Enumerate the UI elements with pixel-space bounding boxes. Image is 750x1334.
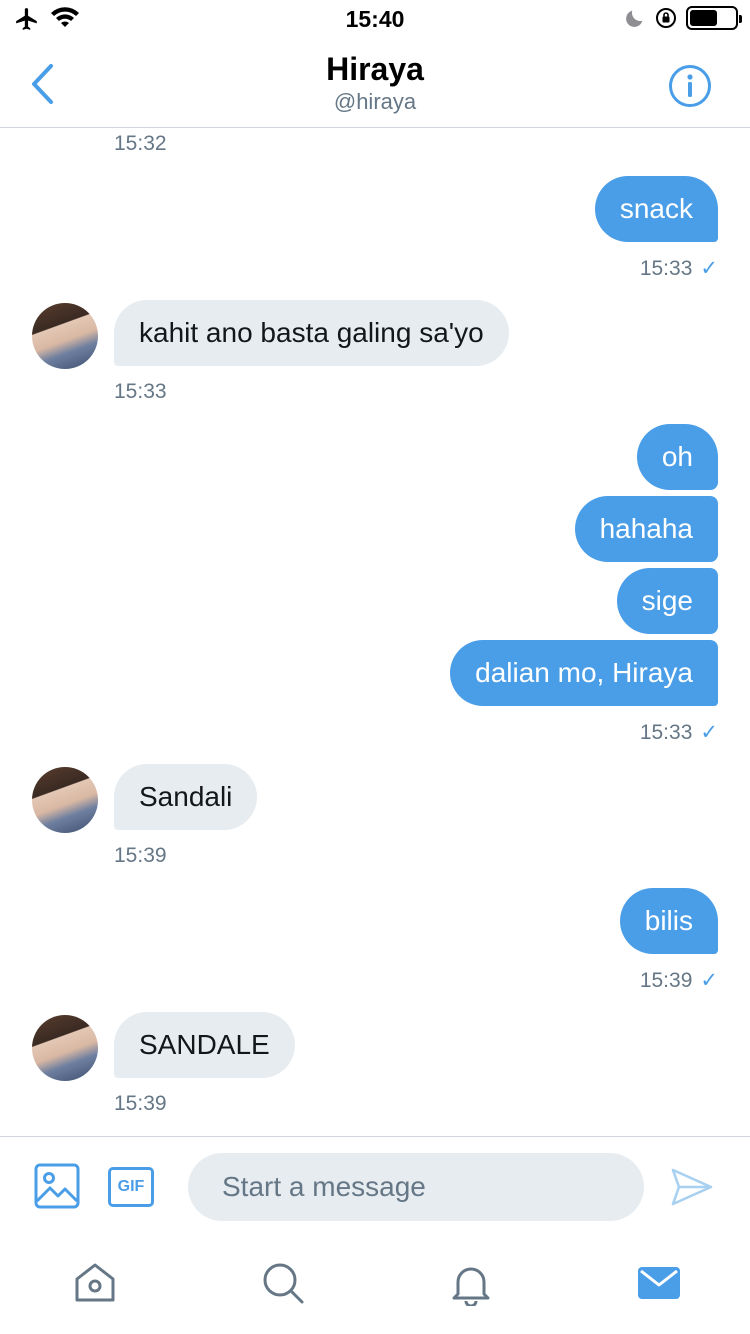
info-icon — [669, 65, 711, 107]
message-meta: 15:39 ✓ — [640, 968, 718, 993]
send-button[interactable] — [670, 1165, 714, 1209]
avatar[interactable] — [32, 303, 98, 369]
message-timestamp: 15:32 — [114, 132, 167, 155]
battery-fill — [690, 10, 717, 26]
send-icon — [671, 1168, 713, 1206]
battery-nub — [739, 15, 742, 23]
add-photo-button[interactable] — [34, 1163, 80, 1209]
message-input[interactable] — [188, 1153, 644, 1221]
orientation-lock-icon — [656, 8, 676, 28]
tab-notifications[interactable] — [448, 1260, 494, 1308]
sent-check-icon: ✓ — [700, 721, 718, 744]
message-timestamp: 15:33 — [639, 721, 693, 744]
battery-icon — [686, 6, 742, 30]
notifications-icon — [452, 1267, 490, 1308]
moon-icon — [626, 10, 643, 27]
status-bar: 15:40 — [0, 0, 750, 40]
outgoing-message[interactable]: hahaha — [574, 496, 718, 562]
image-icon — [34, 1163, 80, 1209]
title-block[interactable]: Hiraya @hiraya — [0, 50, 750, 116]
message-composer: GIF — [0, 1136, 750, 1238]
avatar[interactable] — [32, 1015, 98, 1081]
conversation-header: Hiraya @hiraya — [0, 40, 750, 128]
messages-icon — [638, 1267, 680, 1299]
tab-home[interactable] — [72, 1260, 118, 1306]
outgoing-message[interactable]: bilis — [619, 888, 718, 954]
sent-check-icon: ✓ — [700, 969, 718, 992]
outgoing-message[interactable]: snack — [594, 176, 718, 242]
contact-name: Hiraya — [326, 51, 424, 87]
incoming-message[interactable]: SANDALE — [114, 1012, 295, 1078]
message-timestamp: 15:39 — [114, 1092, 167, 1115]
info-button[interactable] — [668, 64, 712, 108]
message-timestamp: 15:39 — [114, 844, 167, 867]
outgoing-message[interactable]: oh — [636, 424, 718, 490]
message-timestamp: 15:33 — [114, 380, 167, 403]
message-meta: 15:33 ✓ — [640, 256, 718, 281]
incoming-message[interactable]: Sandali — [114, 764, 258, 830]
gif-button[interactable]: GIF — [108, 1167, 154, 1207]
sent-check-icon: ✓ — [700, 257, 718, 280]
message-list[interactable]: 15:32 snack 15:33 ✓ kahit ano basta galin… — [0, 129, 750, 1136]
avatar[interactable] — [32, 767, 98, 833]
contact-handle: @hiraya — [333, 89, 417, 114]
message-timestamp: 15:39 — [639, 969, 693, 992]
outgoing-message[interactable]: sige — [616, 568, 718, 634]
incoming-message[interactable]: kahit ano basta galing sa'yo — [114, 300, 509, 366]
tab-bar — [0, 1238, 750, 1334]
home-icon — [75, 1263, 115, 1302]
message-timestamp: 15:33 — [639, 257, 693, 280]
outgoing-message[interactable]: dalian mo, Hiraya — [450, 640, 718, 706]
search-icon — [263, 1263, 304, 1304]
tab-messages[interactable] — [636, 1260, 682, 1306]
status-right — [624, 6, 742, 30]
message-meta: 15:33 ✓ — [640, 720, 718, 745]
tab-search[interactable] — [260, 1260, 306, 1306]
